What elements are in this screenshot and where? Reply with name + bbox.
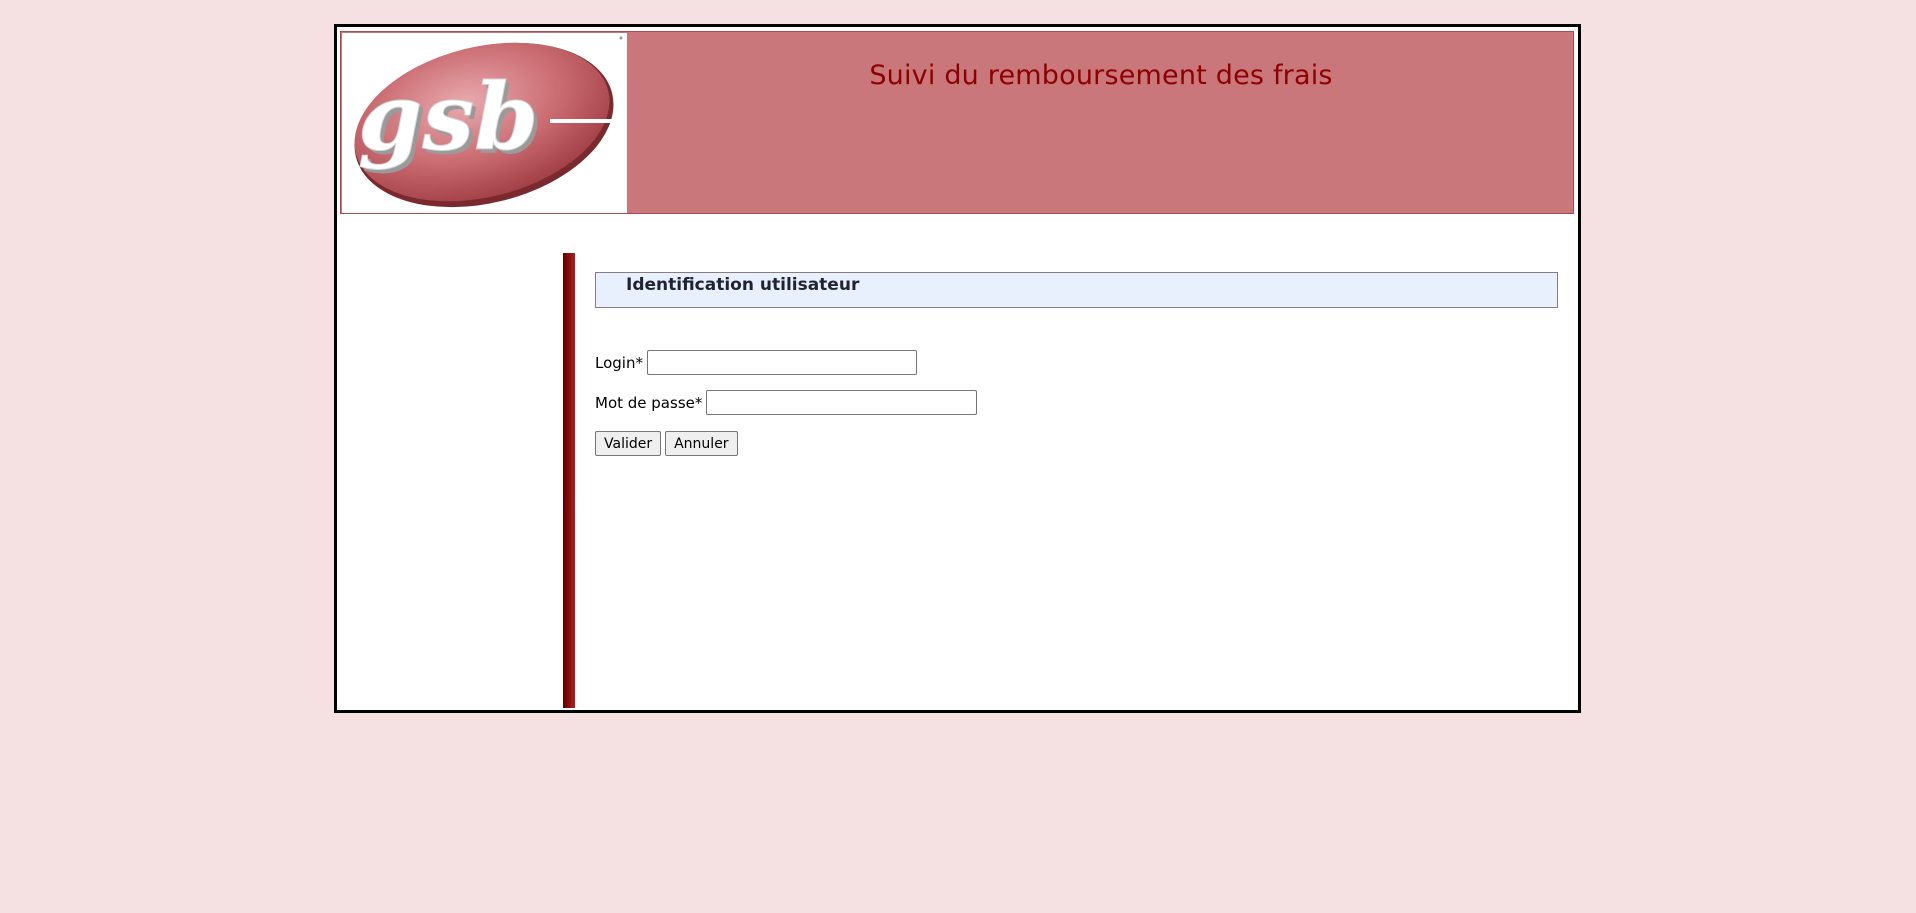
sidebar-menu bbox=[340, 253, 560, 705]
password-row: Mot de passe* bbox=[595, 390, 978, 415]
login-label: Login* bbox=[595, 353, 643, 372]
form-heading: Identification utilisateur bbox=[626, 275, 860, 295]
login-row: Login* bbox=[595, 350, 917, 375]
gsb-logo: gsb gsb bbox=[342, 33, 627, 213]
password-input[interactable] bbox=[706, 390, 978, 415]
login-form-area: Identification utilisateur Login* Mot de… bbox=[595, 272, 1560, 456]
login-input[interactable] bbox=[646, 350, 917, 375]
password-label: Mot de passe* bbox=[595, 393, 703, 412]
svg-text:gsb: gsb bbox=[358, 63, 538, 171]
page-frame: gsb gsb Suivi du remboursement des frais… bbox=[334, 24, 1581, 713]
reset-button[interactable]: Annuler bbox=[665, 431, 738, 456]
form-heading-box: Identification utilisateur bbox=[595, 272, 1558, 308]
submit-button[interactable]: Valider bbox=[595, 431, 662, 456]
header-banner: gsb gsb Suivi du remboursement des frais bbox=[340, 31, 1574, 214]
sidebar-divider bbox=[563, 253, 575, 708]
form-buttons: Valider Annuler bbox=[595, 431, 738, 456]
page-title: Suivi du remboursement des frais bbox=[869, 60, 1333, 91]
